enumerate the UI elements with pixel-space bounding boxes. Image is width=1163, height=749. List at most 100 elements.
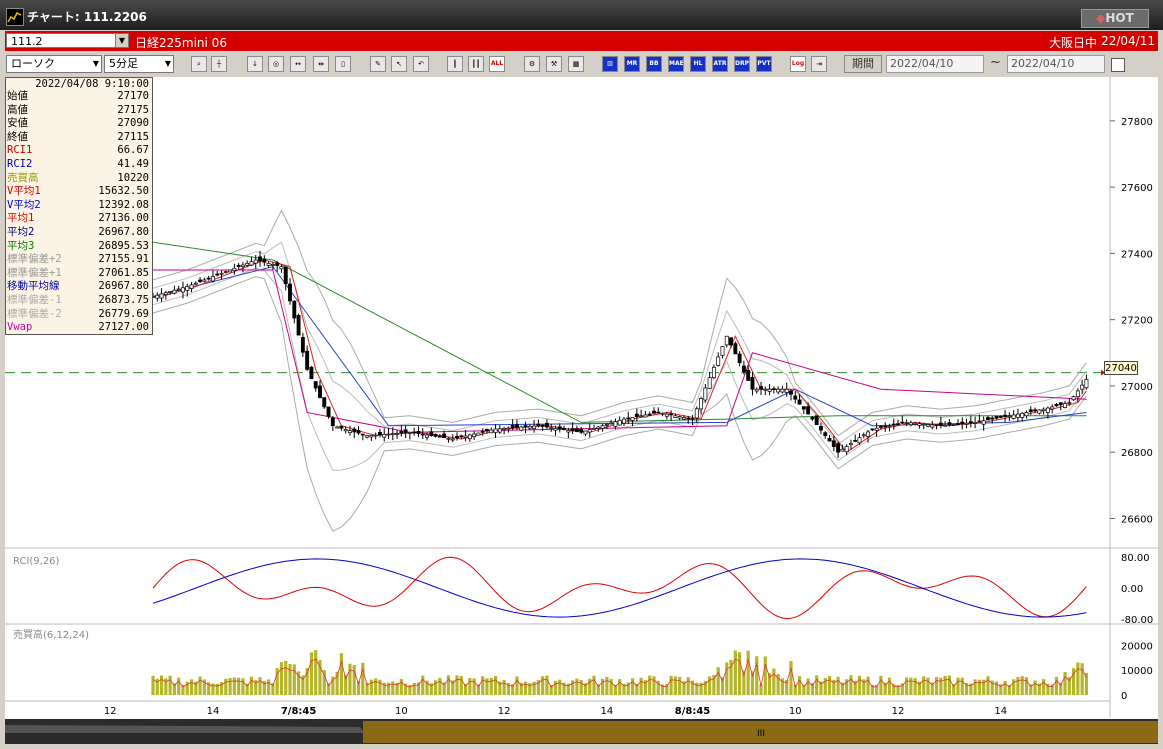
volume-bar: [652, 676, 656, 695]
candle-body: [339, 425, 344, 429]
undo-icon[interactable]: ↶: [413, 56, 429, 72]
title-bar: チャート: 111.2206 ◆HOT: [0, 0, 1163, 30]
candle-body: [159, 293, 164, 299]
volume-bar: [579, 679, 583, 695]
cursor-icon[interactable]: ↓: [247, 56, 263, 72]
option-checkbox[interactable]: [1111, 58, 1125, 72]
pvt-button[interactable]: PVT: [756, 56, 772, 72]
candle-body: [476, 432, 481, 436]
candle-body: [720, 346, 725, 356]
scroll-icon[interactable]: ↔: [290, 56, 306, 72]
palette-icon[interactable]: ▩: [568, 56, 584, 72]
candle-body: [168, 291, 173, 293]
pen-icon[interactable]: ✎: [370, 56, 386, 72]
candle-body: [934, 424, 939, 427]
info-row-label: 平均1: [7, 212, 35, 225]
volume-bar: [618, 679, 622, 695]
lock-icon[interactable]: ▯: [335, 56, 351, 72]
info-row-value: 10220: [117, 171, 149, 184]
candle-body: [1071, 396, 1076, 401]
candle-body: [206, 277, 211, 280]
info-row-value: 27155.91: [98, 253, 149, 266]
price-tick-label: 27600: [1121, 183, 1153, 194]
candle-body: [502, 428, 507, 431]
candle-body: [986, 417, 990, 421]
volume-bar: [412, 682, 416, 695]
volume-bar: [284, 660, 288, 695]
candle-body: [703, 387, 708, 401]
candle-body: [429, 431, 434, 436]
candle-body: [810, 416, 815, 420]
chart-svg[interactable]: 27800 27600 27400 27200 27000 26800 26600 80.00…: [5, 77, 1158, 744]
interval-select[interactable]: 5分足 ▼: [104, 55, 174, 73]
volume-bar: [909, 677, 913, 695]
candle-body: [630, 417, 635, 421]
arrow-icon[interactable]: ↖: [391, 56, 407, 72]
volume-bar: [866, 676, 870, 695]
info-row: 終値 27115: [6, 131, 152, 145]
split-icon[interactable]: ⇹: [313, 56, 329, 72]
candle-body: [643, 414, 648, 418]
info-row-label: Vwap: [7, 321, 33, 334]
volume-bar: [1016, 677, 1020, 695]
volume-tick-label: 10000: [1121, 666, 1153, 677]
hist-icon[interactable]: ▥: [602, 56, 618, 72]
hot-button[interactable]: ◆HOT: [1081, 9, 1149, 28]
volume-bar: [553, 680, 558, 695]
info-row: 平均1 27136.00: [6, 212, 152, 226]
candle-body: [746, 369, 751, 381]
candle-body: [176, 288, 181, 291]
scrollbar-grip: III: [757, 729, 765, 739]
mr-button[interactable]: MR: [624, 56, 640, 72]
candle-body: [258, 256, 262, 262]
drpr-button[interactable]: DRPR: [734, 56, 750, 72]
candle-body: [185, 286, 190, 291]
time-tick-label: 14: [994, 706, 1007, 717]
atr-button[interactable]: ATR: [712, 56, 728, 72]
symbol-dropdown-button[interactable]: ▼: [115, 33, 129, 48]
log-button[interactable]: Log: [790, 56, 806, 72]
bb-button[interactable]: BB: [646, 56, 662, 72]
all-button[interactable]: ALL: [489, 56, 505, 72]
info-row-value: 66.67: [117, 144, 149, 157]
candle-body: [425, 434, 429, 438]
date-to-input[interactable]: 2022/04/10: [1007, 55, 1105, 73]
crosshair-icon[interactable]: ┼: [211, 56, 227, 72]
symbol-code-input[interactable]: 111.2: [6, 33, 118, 48]
candle-body: [1007, 415, 1012, 418]
rci-tick-label: -80.00: [1121, 615, 1153, 626]
mae-button[interactable]: MAE: [668, 56, 684, 72]
candle-body: [814, 415, 819, 425]
export-icon[interactable]: ⇥: [811, 56, 827, 72]
zoom-icon[interactable]: ⌕: [191, 56, 207, 72]
candle-body: [566, 429, 571, 433]
candle-body: [356, 430, 361, 434]
settings-icon[interactable]: ⚙: [524, 56, 540, 72]
candle-body: [510, 425, 515, 429]
info-row: RCI2 41.49: [6, 158, 152, 172]
date-from-input[interactable]: 2022/04/10: [886, 55, 984, 73]
candle-body: [1020, 412, 1025, 418]
candle-body: [759, 386, 763, 390]
candle-icon[interactable]: ┃: [447, 56, 463, 72]
candle-body: [951, 424, 956, 426]
candle-pair-icon[interactable]: ┃┃: [468, 56, 484, 72]
date-from-value: 2022/04/10: [890, 57, 954, 70]
period-button[interactable]: 期間: [844, 55, 882, 73]
candle-body: [330, 417, 335, 427]
chart-area[interactable]: 27800 27600 27400 27200 27000 26800 26600 80.00…: [5, 77, 1158, 744]
magnify-icon[interactable]: ◎: [268, 56, 284, 72]
candle-body: [930, 424, 935, 428]
candle-body: [232, 267, 237, 271]
candle-body: [1084, 378, 1089, 389]
hl-button[interactable]: HL: [690, 56, 706, 72]
time-tick-label: 10: [789, 706, 802, 717]
candle-body: [669, 413, 674, 416]
candle-body: [459, 435, 464, 438]
rci-label: RCI(9,26): [13, 556, 60, 567]
chart-type-select[interactable]: ローソク ▼: [6, 55, 102, 73]
volume-bar: [1003, 680, 1007, 695]
candle-body: [694, 408, 699, 419]
candle-body: [193, 282, 198, 285]
wrench-icon[interactable]: ⚒: [546, 56, 562, 72]
